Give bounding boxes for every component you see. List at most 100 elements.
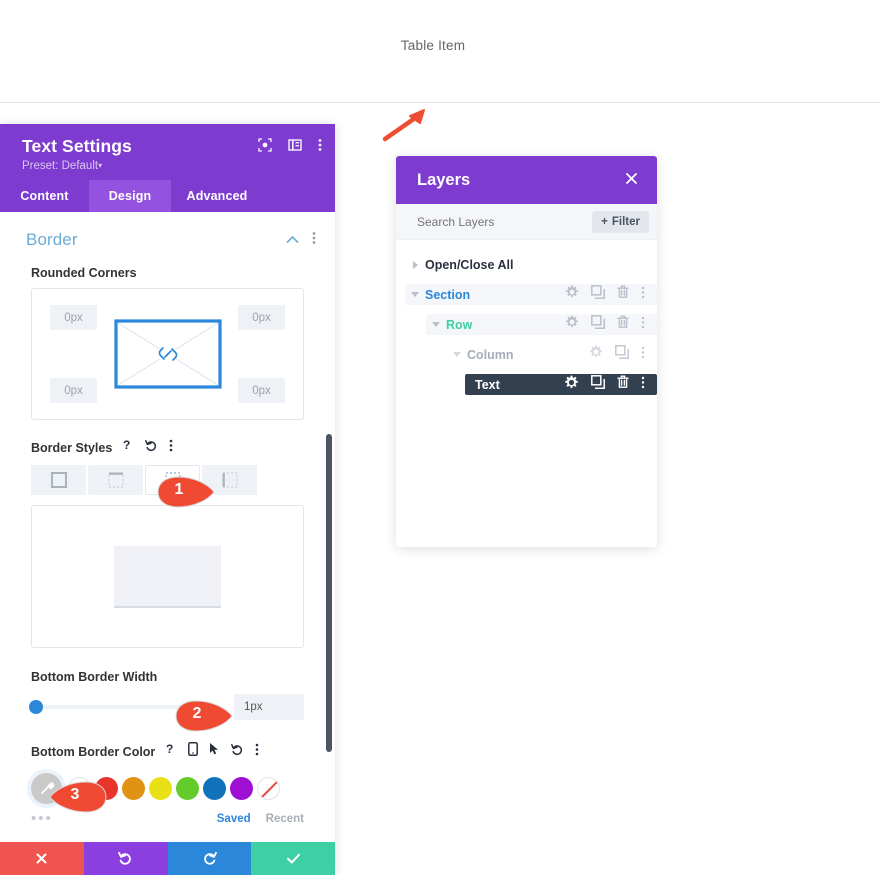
border-styles-options [31,465,304,495]
settings-scrollbar[interactable] [326,434,332,752]
gear-icon[interactable] [564,375,579,395]
kebab-menu-icon[interactable] [641,286,645,304]
bottom-border-width-value[interactable]: 1px [234,694,304,720]
svg-text:?: ? [123,438,130,452]
trash-icon[interactable] [617,315,629,334]
corner-top-left-input[interactable]: 0px [50,305,97,330]
panel-layout-icon[interactable] [288,138,302,157]
duplicate-icon[interactable] [615,345,629,364]
layer-row-actions [565,285,657,304]
settings-tabs: Content Design Advanced [0,180,335,212]
color-kebab-menu-icon[interactable] [255,743,259,761]
recent-colors-tab[interactable]: Recent [266,813,304,825]
corner-top-right-input[interactable]: 0px [238,305,285,330]
swatch-purple[interactable] [230,777,253,800]
border-style-left-only[interactable] [202,465,257,495]
more-colors-dots[interactable]: ••• [31,811,217,826]
save-button[interactable] [251,842,335,875]
gear-icon[interactable] [565,315,579,334]
duplicate-icon[interactable] [591,375,605,394]
trash-icon[interactable] [617,285,629,304]
open-close-all-row[interactable]: Open/Close All [396,254,657,275]
corner-bottom-right-input[interactable]: 0px [238,378,285,403]
layer-row-column[interactable]: Column [447,344,657,365]
chevron-right-icon[interactable] [405,260,425,269]
rounded-corners-label: Rounded Corners [31,266,137,280]
filter-button[interactable]: + Filter [592,210,649,233]
bottom-border-color-label-row: Bottom Border Color ? [31,742,304,761]
chevron-down-icon: ▾ [98,161,103,170]
cursor-pointer-icon[interactable] [209,742,220,761]
section-kebab-menu-icon[interactable] [312,231,316,250]
reset-undo-icon[interactable] [145,439,158,457]
undo-button[interactable] [83,842,168,875]
bottom-border-width-slider[interactable] [29,700,220,714]
border-preview-swatch [114,545,221,608]
layer-label-row: Row [446,317,473,332]
layer-row-text[interactable]: Text [465,374,657,395]
redo-button[interactable] [167,842,252,875]
plus-icon: + [601,215,608,228]
layer-row-row[interactable]: Row [426,314,657,335]
bottom-border-color-eyedropper[interactable] [31,773,62,804]
swatch-white[interactable] [68,777,91,800]
search-layers-input[interactable] [417,214,593,229]
border-style-all-sides[interactable] [31,465,86,495]
chevron-down-icon[interactable] [447,352,467,357]
layers-panel-title: Layers [417,170,471,189]
gear-icon[interactable] [565,285,579,304]
page-canvas-top: Table Item [0,0,880,103]
tab-advanced[interactable]: Advanced [171,180,263,212]
border-style-bottom-only[interactable] [145,465,200,495]
kebab-menu-icon[interactable] [318,138,322,157]
slider-handle[interactable] [29,700,43,714]
swatch-blue[interactable] [203,777,226,800]
discard-button[interactable] [0,842,84,875]
tab-content[interactable]: Content [0,180,89,212]
duplicate-icon[interactable] [591,285,605,304]
text-settings-panel: Text Settings Preset: Default▾ Content D… [0,124,335,875]
border-styles-kebab-menu-icon[interactable] [169,439,173,457]
settings-panel-header: Text Settings Preset: Default▾ [0,124,335,180]
kebab-menu-icon[interactable] [641,376,645,394]
open-close-all-label: Open/Close All [425,257,514,272]
duplicate-icon[interactable] [591,315,605,334]
swatch-none[interactable] [257,777,280,800]
trash-icon[interactable] [617,375,629,394]
swatch-red[interactable] [95,777,118,800]
swatch-orange[interactable] [122,777,145,800]
tab-design[interactable]: Design [89,180,171,212]
panel-header-icons [258,138,322,157]
kebab-menu-icon[interactable] [641,316,645,334]
border-section-body: Rounded Corners 0px 0px 0px 0px Border S… [0,266,335,826]
layer-row-actions [589,345,657,364]
mobile-device-icon[interactable] [188,742,199,761]
rounded-corners-control: 0px 0px 0px 0px [31,288,304,420]
layer-label-section: Section [425,287,471,302]
swatch-green[interactable] [176,777,199,800]
color-swatch-row [31,773,304,804]
settings-body: Border Rounded Corners 0px 0px 0px 0px B… [0,212,335,842]
layers-tree: Open/Close All Section Row Column Text [396,240,657,395]
saved-colors-tab[interactable]: Saved [217,813,251,825]
layers-search-row: + Filter [396,204,657,240]
preset-selector[interactable]: Preset: Default▾ [22,160,321,172]
swatch-yellow[interactable] [149,777,172,800]
layer-row-section[interactable]: Section [405,284,657,305]
chevron-down-icon[interactable] [405,292,425,297]
corner-bottom-left-input[interactable]: 0px [50,378,97,403]
color-reset-undo-icon[interactable] [231,743,244,761]
border-styles-label-row: Border Styles ? [31,438,304,457]
border-style-top-only[interactable] [88,465,143,495]
question-mark-icon[interactable]: ? [123,438,134,457]
close-icon[interactable] [624,171,639,189]
kebab-menu-icon[interactable] [641,346,645,364]
chevron-down-icon[interactable] [426,322,446,327]
color-question-mark-icon[interactable]: ? [166,742,177,761]
border-preview-box [31,505,304,648]
chevron-up-icon[interactable] [286,231,299,249]
focus-target-icon[interactable] [258,138,272,157]
gear-icon[interactable] [589,345,603,364]
color-meta-row: ••• Saved Recent [31,811,304,826]
settings-footer [0,842,335,875]
